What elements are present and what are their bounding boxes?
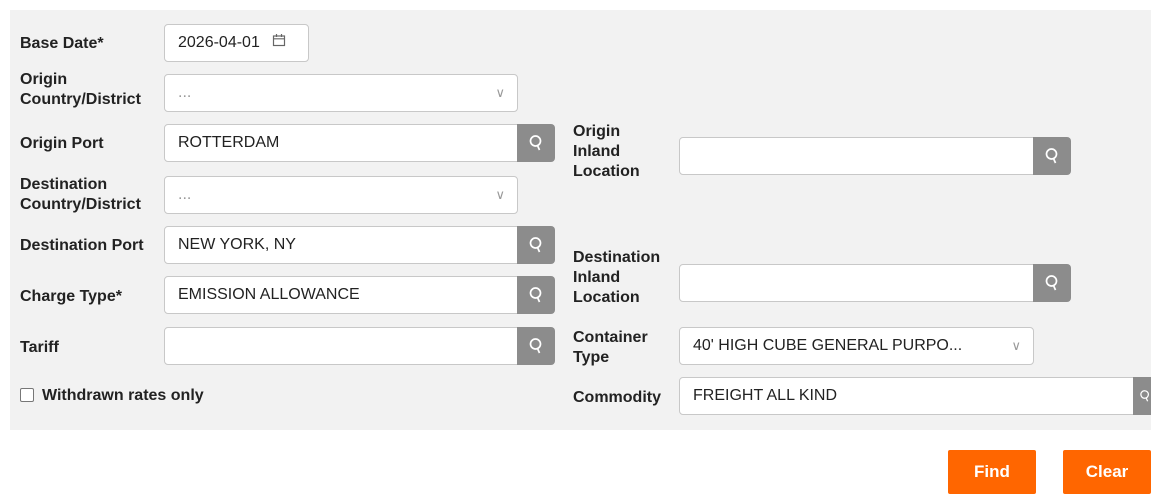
container-type-select[interactable]: 40' HIGH CUBE GENERAL PURPO... ∨ [679,327,1034,365]
origin-port-input[interactable]: ROTTERDAM [164,124,518,162]
commodity-search-button[interactable] [1133,377,1151,415]
origin-port-label: Origin Port [20,135,104,152]
withdrawn-rates-checkbox[interactable] [20,388,34,402]
destination-port-input[interactable]: NEW YORK, NY [164,226,518,264]
destination-port-search-button[interactable] [517,226,555,264]
search-icon [1140,390,1150,402]
destination-country-value: ... [178,186,192,203]
base-date-label: Base Date* [20,35,104,52]
calendar-icon[interactable] [272,25,286,61]
destination-port-label: Destination Port [20,237,144,254]
container-type-label: Container Type [573,329,648,366]
origin-port-search-button[interactable] [517,124,555,162]
origin-port-value: ROTTERDAM [178,134,280,151]
commodity-label: Commodity [573,389,661,406]
chevron-down-icon: ∨ [1011,338,1021,353]
destination-country-label: Destination Country/District [20,176,141,213]
search-icon [1045,148,1058,164]
destination-inland-label: Destination Inland Location [573,249,661,306]
origin-country-label: Origin Country/District [20,71,141,108]
clear-button[interactable]: Clear [1063,450,1151,494]
origin-country-value: ... [178,84,192,101]
charge-type-value: EMISSION ALLOWANCE [178,286,360,303]
base-date-value: 2026-04-01 [178,34,260,52]
search-icon [529,287,542,303]
search-icon [529,338,542,354]
withdrawn-rates-label: Withdrawn rates only [42,387,204,404]
search-icon [529,135,542,151]
destination-country-select[interactable]: ... ∨ [164,176,518,214]
search-icon [1045,275,1058,291]
origin-inland-input[interactable] [679,137,1034,175]
tariff-label: Tariff [20,339,59,356]
tariff-search-button[interactable] [517,327,555,365]
tariff-input[interactable] [164,327,518,365]
destination-port-value: NEW YORK, NY [178,236,296,253]
chevron-down-icon: ∨ [495,187,505,202]
find-button[interactable]: Find [948,450,1036,494]
origin-country-select[interactable]: ... ∨ [164,74,518,112]
commodity-value: FREIGHT ALL KIND [693,387,838,404]
chevron-down-icon: ∨ [495,85,505,100]
charge-type-label: Charge Type* [20,288,122,305]
destination-inland-input[interactable] [679,264,1034,302]
origin-inland-search-button[interactable] [1033,137,1071,175]
container-type-value: 40' HIGH CUBE GENERAL PURPO... [693,337,963,354]
search-icon [529,237,542,253]
origin-inland-label: Origin Inland Location [573,123,640,180]
destination-inland-search-button[interactable] [1033,264,1071,302]
base-date-field[interactable]: 2026-04-01 [164,24,309,62]
charge-type-search-button[interactable] [517,276,555,314]
charge-type-input[interactable]: EMISSION ALLOWANCE [164,276,518,314]
commodity-input[interactable]: FREIGHT ALL KIND [679,377,1135,415]
